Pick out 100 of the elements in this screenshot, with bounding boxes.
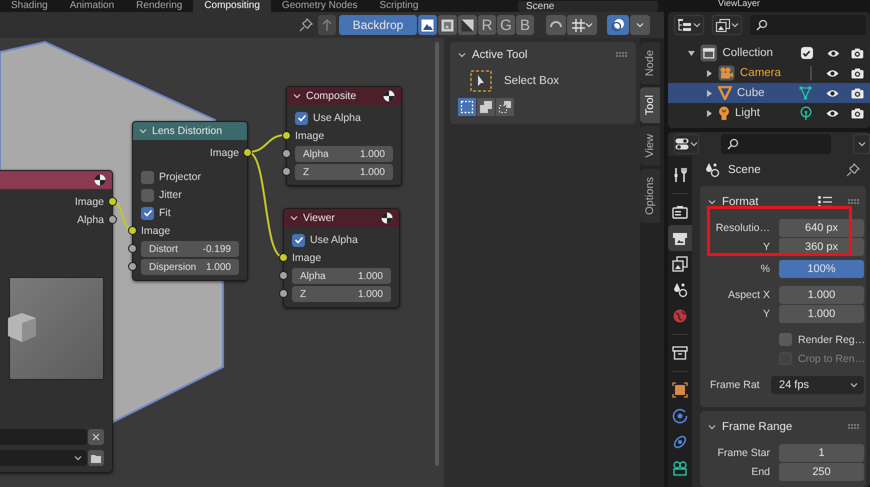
input-socket[interactable] — [279, 253, 288, 262]
number-field[interactable]: 250 — [779, 462, 864, 480]
grip-icon[interactable] — [848, 424, 860, 430]
input-socket[interactable] — [282, 131, 291, 140]
number-field[interactable]: 1.000 — [779, 286, 864, 304]
browse-button[interactable] — [88, 450, 104, 466]
frame-rate-dropdown[interactable]: 24 fps — [771, 376, 864, 394]
vertex-triangle-icon[interactable] — [799, 86, 812, 100]
sidebar-tab[interactable]: View — [640, 126, 660, 166]
checkbox[interactable] — [141, 188, 154, 202]
value-field[interactable]: Alpha 1.000 — [292, 268, 391, 284]
collapsed-triangle-icon[interactable] — [706, 70, 713, 76]
checkbox[interactable] — [295, 112, 308, 124]
parent-node-button[interactable] — [318, 15, 336, 35]
selection-mode-button[interactable] — [477, 98, 495, 116]
backdrop-toggle[interactable]: Backdrop — [339, 15, 417, 35]
percentage-slider[interactable]: 100% — [779, 260, 864, 278]
outliner-row[interactable]: Light — [668, 103, 870, 123]
overlay-toggle[interactable] — [607, 15, 629, 35]
channel-button[interactable]: B — [516, 15, 534, 35]
clear-button[interactable] — [88, 429, 104, 445]
workspace-tab[interactable]: Scripting — [368, 0, 430, 12]
outliner-row[interactable]: Cube — [668, 83, 870, 103]
grip-icon[interactable] — [848, 199, 860, 205]
node-header[interactable]: Lens Distortion — [133, 122, 247, 140]
output-socket[interactable] — [108, 197, 117, 206]
chevron-icon — [636, 21, 644, 29]
checkbox[interactable] — [141, 206, 154, 220]
grip-icon[interactable] — [616, 52, 628, 58]
node-canvas[interactable]: Image Alpha Lens Distortion Image Projector Jitter Fit Image Distort -0.199 Dispersion 1.000 Composite Use Alpha Image Alpha 1.000 Z 1.000 Viewer Use Alpha Image Alpha 1.000 Z 1.000 — [0, 38, 444, 487]
camera-icon[interactable] — [851, 88, 864, 98]
value-field[interactable]: Dispersion 1.000 — [141, 259, 239, 275]
number-field[interactable]: 1.000 — [779, 304, 864, 322]
collapsed-triangle-icon[interactable] — [706, 90, 713, 96]
display-mode-button[interactable] — [458, 15, 477, 35]
display-mode-dropdown[interactable] — [712, 15, 742, 35]
outliner-row[interactable]: Camera — [668, 63, 870, 83]
workspace-tab[interactable]: Rendering — [125, 0, 194, 12]
preset-list-icon[interactable] — [818, 196, 832, 208]
eye-icon[interactable] — [826, 48, 840, 58]
search-field[interactable] — [750, 15, 866, 35]
overlay-dropdown[interactable] — [630, 15, 650, 35]
light-data-icon[interactable] — [800, 106, 812, 120]
grid-snap-icon — [572, 18, 584, 32]
eye-icon[interactable] — [826, 108, 839, 118]
display-mode-button[interactable] — [418, 15, 437, 35]
properties-tab[interactable] — [668, 225, 692, 251]
editor-type-dropdown[interactable] — [674, 134, 700, 154]
display-mode-button[interactable] — [438, 15, 457, 35]
triangle-icon — [718, 86, 732, 100]
editor-type-dropdown[interactable] — [674, 15, 704, 35]
node-header[interactable]: Composite — [287, 87, 401, 105]
panel-title[interactable]: Format — [722, 196, 812, 208]
outliner-row[interactable]: Collection — [668, 43, 870, 63]
eye-icon[interactable] — [826, 68, 839, 78]
snap-toggle[interactable] — [546, 15, 566, 35]
checkbox[interactable] — [800, 47, 813, 59]
workspace-tab[interactable]: Shading — [0, 0, 59, 12]
value-field[interactable]: Z 1.000 — [295, 164, 393, 180]
node-header[interactable] — [0, 171, 112, 189]
checkbox[interactable] — [141, 170, 154, 184]
workspace-tab[interactable]: Animation — [58, 0, 126, 12]
pin-icon[interactable] — [846, 162, 860, 176]
screwdriver-wrench-icon — [672, 167, 688, 183]
channel-button[interactable]: G — [497, 15, 515, 35]
expand-triangle-icon[interactable] — [688, 50, 695, 56]
number-field[interactable]: 1 — [779, 444, 864, 462]
number-field[interactable]: 640 px — [779, 218, 864, 236]
workspace-tab[interactable]: Compositing — [193, 0, 271, 12]
collapsed-triangle-icon[interactable] — [706, 110, 713, 116]
camera-icon[interactable] — [851, 68, 864, 78]
sidebar-tab[interactable]: Options — [640, 169, 660, 224]
options-dropdown[interactable] — [853, 134, 870, 154]
pin-icon[interactable] — [299, 18, 313, 32]
camera-icon[interactable] — [851, 108, 864, 118]
selection-mode-button[interactable] — [458, 98, 476, 116]
scrollbar[interactable] — [435, 42, 439, 466]
selection-mode-button[interactable] — [496, 98, 514, 116]
sidebar-tab[interactable]: Tool — [640, 87, 660, 124]
channel-button[interactable]: R — [478, 15, 496, 35]
snap-dropdown[interactable] — [567, 15, 597, 35]
checkbox[interactable] — [779, 333, 792, 346]
outliner-icon — [678, 19, 692, 31]
field-label: Y — [762, 308, 770, 320]
output-socket[interactable] — [243, 148, 252, 157]
value-field[interactable]: Z 1.000 — [292, 286, 391, 302]
sidebar-tab[interactable]: Node — [640, 42, 660, 84]
panel-title[interactable]: Active Tool — [472, 49, 610, 61]
panel-title[interactable]: Frame Range — [722, 421, 842, 433]
node-header[interactable]: Viewer — [284, 209, 399, 227]
eye-icon[interactable] — [826, 88, 839, 98]
scene-field[interactable]: Scene — [518, 0, 658, 12]
output-socket[interactable] — [108, 215, 117, 224]
value-field[interactable]: Alpha 1.000 — [295, 146, 393, 162]
camera-icon[interactable] — [851, 48, 864, 58]
search-field[interactable] — [721, 134, 832, 154]
input-socket[interactable] — [128, 226, 137, 235]
value-field[interactable]: Distort -0.199 — [141, 241, 239, 257]
checkbox[interactable] — [292, 234, 305, 246]
workspace-tab[interactable]: Geometry Nodes — [270, 0, 369, 12]
